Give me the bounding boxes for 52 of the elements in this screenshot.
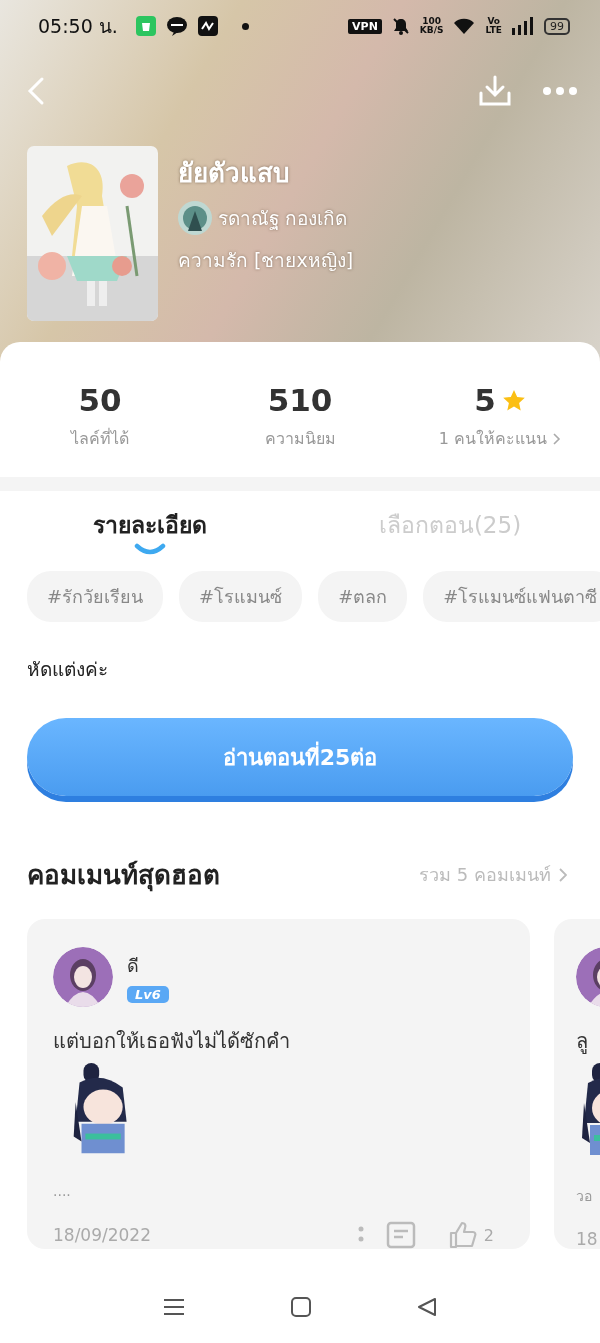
comment-preview: วอ <box>576 1187 593 1206</box>
user-name: ดี <box>127 954 139 978</box>
stat-value: 5 <box>474 382 496 418</box>
description-text: หัดแต่งค่ะ <box>26 657 109 682</box>
app-icon <box>197 16 218 36</box>
volte-indicator: Vo LTE <box>485 17 502 35</box>
comment-date: 18 <box>576 1229 599 1249</box>
chat-bubble-icon <box>165 16 188 36</box>
tab-indicator <box>134 543 166 555</box>
stat-value: 510 <box>267 382 333 418</box>
tag-chip[interactable]: #ตลก <box>318 571 408 622</box>
stat-label: ไลค์ที่ได้ <box>71 427 129 450</box>
comment-card[interactable]: ลู วอ 18 <box>554 919 600 1249</box>
section-title: คอมเมนท์สุดฮอต <box>27 859 221 894</box>
tag-chip[interactable]: #รักวัยเรียน <box>27 571 164 622</box>
stat-value: 50 <box>78 382 122 418</box>
book-title: ยัยตัวแสบ <box>178 157 291 190</box>
vpn-badge: VPN <box>348 18 382 34</box>
genre-label: ความรัก [ชายxหญิง] <box>178 248 354 273</box>
like-button[interactable]: 2 <box>437 1221 504 1249</box>
signal-icon <box>512 17 534 35</box>
tag-chip[interactable]: #โรแมนซ์แฟนตาซี <box>423 571 600 622</box>
comment-preview: .... <box>53 1183 72 1199</box>
chevron-right-icon[interactable] <box>553 432 562 445</box>
download-icon[interactable] <box>478 74 512 108</box>
more-icon[interactable] <box>542 86 578 96</box>
comment-icon <box>385 1221 416 1249</box>
stat-label: ความนิยม <box>264 428 336 450</box>
chevron-right-icon <box>559 867 567 882</box>
author-name[interactable]: รดาณัฐ กองเกิด <box>218 203 348 233</box>
star-icon <box>501 388 526 412</box>
network-speed: 100 KB/S <box>419 17 444 35</box>
level-badge: Lv6 <box>127 986 169 1003</box>
menu-icon[interactable] <box>162 1296 186 1317</box>
all-comments-link[interactable]: รวม 5 คอมเมนท์ <box>419 860 573 889</box>
stat-label[interactable]: 1 คนให้คะแนน <box>438 426 548 451</box>
comment-text: แต่บอกให้เธอฟังไม่ได้ซักคำ <box>53 1028 291 1055</box>
battery-level: 99 <box>544 17 570 35</box>
comment-text: ลู <box>576 1028 589 1056</box>
back-icon[interactable] <box>416 1295 438 1318</box>
comment-date: 18/09/2022 <box>53 1225 152 1245</box>
notification-dot <box>241 22 249 30</box>
wifi-icon <box>453 17 476 35</box>
tab[interactable]: รายละเอียด <box>93 507 207 543</box>
home-icon[interactable] <box>290 1295 312 1318</box>
clock-time: 05:50 น. <box>38 14 118 39</box>
bell-muted-icon <box>391 17 410 35</box>
shopping-bag-icon <box>135 16 156 36</box>
avatar <box>53 947 113 1007</box>
tag-chip[interactable]: #โรแมนซ์ <box>179 571 303 622</box>
comment-card[interactable]: ดี Lv6 แต่บอกให้เธอฟังไม่ได้ซักคำ .... 18/09/2022 2 <box>27 919 530 1249</box>
thumbs-up-icon <box>447 1221 478 1249</box>
